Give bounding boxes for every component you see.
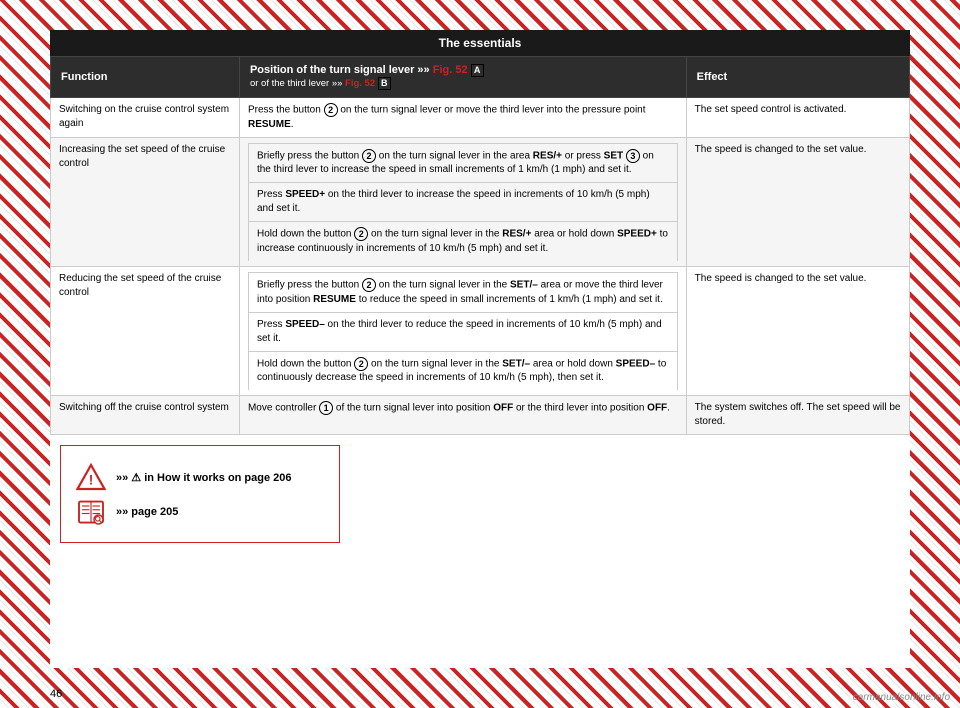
book-note: »» page 205	[76, 498, 324, 526]
page-container: The essentials Function Position of the …	[50, 30, 910, 668]
effect-cell: The system switches off. The set speed w…	[686, 396, 909, 435]
description-cell: Briefly press the button 2 on the turn s…	[239, 137, 686, 266]
function-cell: Switching on the cruise control system a…	[51, 98, 240, 138]
note-box: ! »» ⚠ in How it works on page 206 »» pa…	[60, 445, 340, 543]
svg-text:!: !	[89, 473, 94, 488]
warning-text: »» ⚠ in How it works on page 206	[116, 471, 292, 484]
description-cell: Press the button 2 on the turn signal le…	[239, 98, 686, 138]
warning-note: ! »» ⚠ in How it works on page 206	[76, 462, 324, 492]
page-title: The essentials	[50, 30, 910, 56]
col-header-position: Position of the turn signal lever »» Fig…	[239, 57, 686, 98]
watermark: carmanualsonline.info	[853, 692, 950, 703]
table-row: Increasing the set speed of the cruise c…	[51, 137, 910, 266]
book-text: »» page 205	[116, 506, 178, 518]
page-number: 46	[50, 688, 62, 700]
warning-icon: !	[76, 462, 106, 492]
effect-cell: The speed is changed to the set value.	[686, 137, 909, 266]
table-row: Switching off the cruise control system …	[51, 396, 910, 435]
function-cell: Reducing the set speed of the cruise con…	[51, 266, 240, 395]
col-header-effect: Effect	[686, 57, 909, 98]
effect-cell: The speed is changed to the set value.	[686, 266, 909, 395]
book-icon	[76, 498, 106, 526]
table-row: Reducing the set speed of the cruise con…	[51, 266, 910, 395]
function-cell: Increasing the set speed of the cruise c…	[51, 137, 240, 266]
description-cell: Briefly press the button 2 on the turn s…	[239, 266, 686, 395]
main-table: Function Position of the turn signal lev…	[50, 56, 910, 435]
table-row: Switching on the cruise control system a…	[51, 98, 910, 138]
effect-cell: The set speed control is activated.	[686, 98, 909, 138]
description-cell: Move controller 1 of the turn signal lev…	[239, 396, 686, 435]
col-header-function: Function	[51, 57, 240, 98]
function-cell: Switching off the cruise control system	[51, 396, 240, 435]
